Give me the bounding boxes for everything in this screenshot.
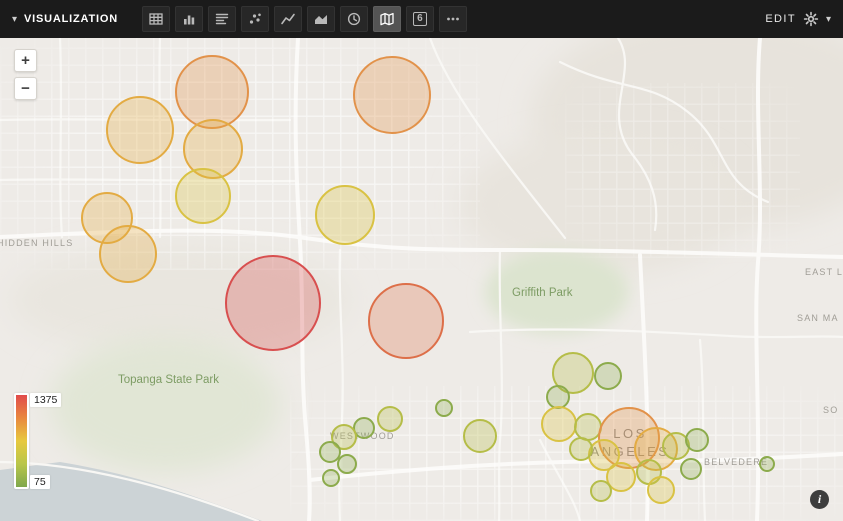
bubble[interactable] [184,120,242,178]
scatter-icon [247,11,263,27]
edit-label: EDIT [765,13,796,25]
text-chart-button[interactable] [208,6,236,32]
area-chart-button[interactable] [307,6,335,32]
chart-type-switcher: 6 [142,6,467,32]
legend-gradient [16,395,27,487]
bubble[interactable] [595,363,621,389]
line-chart-button[interactable] [274,6,302,32]
edit-dropdown-caret-icon: ▾ [826,14,831,25]
line-chart-icon [280,11,296,27]
bubble[interactable] [663,433,689,459]
visualization-section-toggle[interactable]: ▾ VISUALIZATION [12,13,118,25]
bubble[interactable] [338,455,356,473]
ellipsis-icon [445,11,461,27]
more-chart-types-button[interactable] [439,6,467,32]
bubble[interactable] [369,284,443,358]
color-legend: 1375 75 [14,393,61,489]
bar-chart-icon [181,11,197,27]
gear-icon[interactable] [803,11,819,27]
legend-bar [14,393,29,489]
scatter-chart-button[interactable] [241,6,269,32]
bubble[interactable] [607,463,635,491]
bubble[interactable] [575,414,601,440]
bubble[interactable] [226,256,320,350]
section-title: VISUALIZATION [24,13,118,25]
table-icon [148,11,164,27]
bubble[interactable] [316,186,374,244]
visualization-app: ▾ VISUALIZATION [0,0,843,521]
single-value-chart-button[interactable]: 6 [406,6,434,32]
collapse-caret-icon: ▾ [12,14,17,25]
bubble[interactable] [686,429,708,451]
map-canvas[interactable]: HIDDEN HILLS Topanga State Park Griffith… [0,38,843,521]
visualization-toolbar: ▾ VISUALIZATION [0,0,843,38]
bubble[interactable] [760,457,774,471]
bubble[interactable] [436,400,452,416]
bubble[interactable] [648,477,674,503]
map-info-button[interactable]: i [810,490,829,509]
bubble[interactable] [547,386,569,408]
legend-max-value: 1375 [30,393,61,407]
bubble[interactable] [591,481,611,501]
table-chart-button[interactable] [142,6,170,32]
map-icon [379,11,395,27]
bubble[interactable] [542,407,576,441]
time-chart-button[interactable] [340,6,368,32]
bubble[interactable] [107,97,173,163]
zoom-out-button[interactable]: − [14,77,37,100]
clock-icon [346,11,362,27]
bubble[interactable] [354,418,374,438]
bubble[interactable] [681,459,701,479]
bar-chart-button[interactable] [175,6,203,32]
area-chart-icon [313,11,329,27]
bubble-layer[interactable] [0,38,843,521]
bubble[interactable] [323,470,339,486]
map-chart-button[interactable] [373,6,401,32]
bubble[interactable] [100,226,156,282]
edit-visualization-button[interactable]: EDIT ▾ [765,11,831,27]
single-value-icon: 6 [413,12,427,26]
bubble[interactable] [570,438,592,460]
bubble[interactable] [464,420,496,452]
text-icon [214,11,230,27]
bubble[interactable] [320,442,340,462]
zoom-in-button[interactable]: + [14,49,37,72]
bubble[interactable] [354,57,430,133]
zoom-control: + − [14,49,37,100]
bubble[interactable] [176,56,248,128]
bubble[interactable] [378,407,402,431]
bubble[interactable] [176,169,230,223]
legend-min-value: 75 [30,475,50,489]
